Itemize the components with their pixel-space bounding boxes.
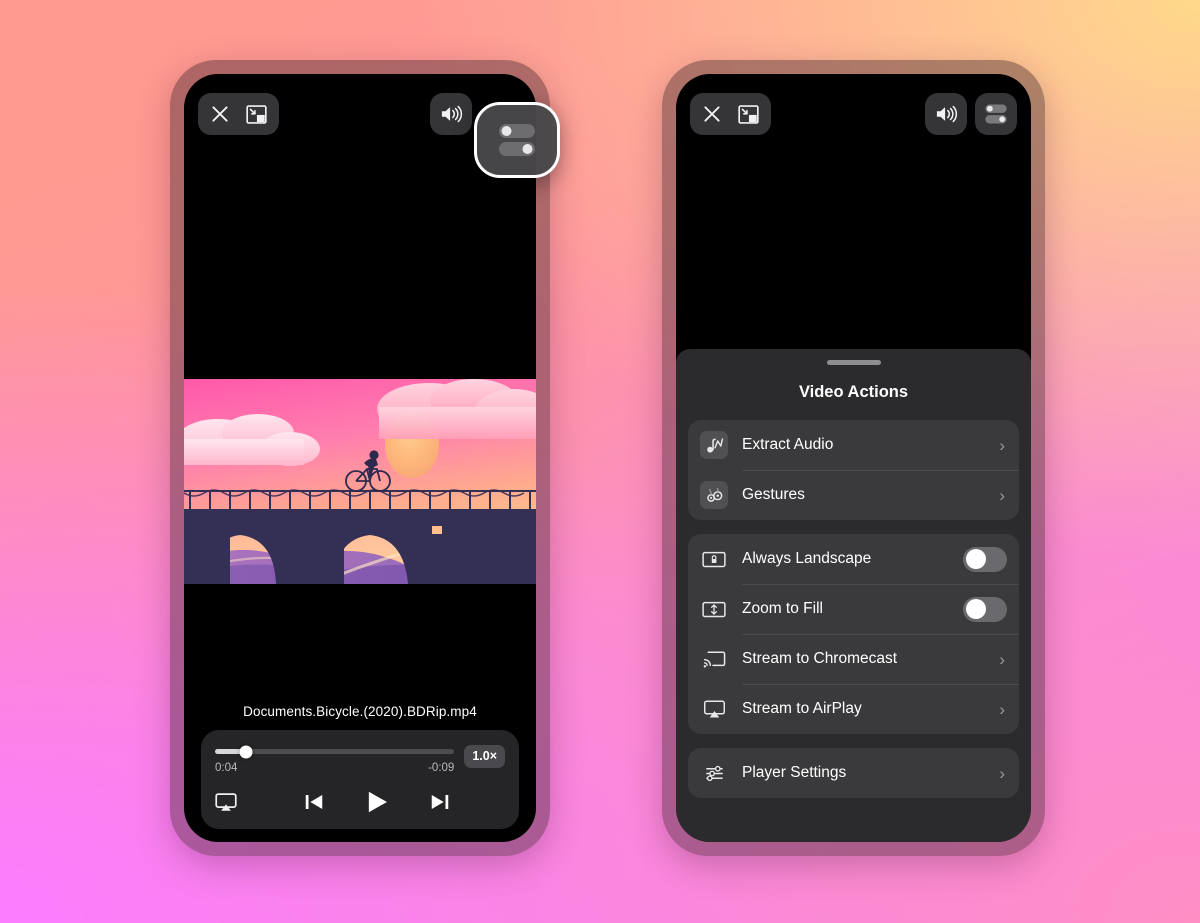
- volume-icon: [439, 104, 463, 124]
- seek-row: 0:04 -0:09 1.0×: [215, 744, 505, 774]
- chromecast-icon: [700, 645, 728, 673]
- phone-right: Video Actions Extract Audio › Gestures ›…: [662, 60, 1045, 856]
- toggle-knob: [965, 599, 986, 619]
- row-extract-audio[interactable]: Extract Audio ›: [688, 420, 1019, 470]
- topbar-left-pill: [198, 93, 279, 135]
- chevron-right-icon: ›: [999, 649, 1005, 669]
- seek-column: 0:04 -0:09: [215, 744, 455, 774]
- actions-group: Extract Audio › Gestures ›: [688, 420, 1019, 520]
- row-always-landscape[interactable]: Always Landscape: [688, 534, 1019, 584]
- row-player-settings[interactable]: Player Settings ›: [688, 748, 1019, 798]
- time-labels: 0:04 -0:09: [215, 762, 454, 774]
- chevron-right-icon: ›: [999, 485, 1005, 505]
- seek-knob[interactable]: [239, 745, 253, 758]
- elapsed-time: 0:04: [215, 762, 238, 774]
- toggle-knob: [965, 549, 986, 569]
- sheet-title: Video Actions: [798, 383, 909, 401]
- settings-button[interactable]: [975, 93, 1017, 135]
- row-label: Always Landscape: [742, 550, 872, 567]
- transport-buttons: [249, 788, 505, 816]
- remaining-time: -0:09: [428, 762, 455, 774]
- playback-speed-badge[interactable]: 1.0×: [464, 745, 505, 768]
- music-note-icon: [700, 431, 728, 459]
- topbar-left-pill-right: [690, 93, 771, 135]
- toggle-zoom-to-fill[interactable]: [963, 596, 1007, 622]
- volume-icon: [934, 104, 958, 124]
- row-label: Player Settings: [742, 764, 847, 781]
- sliders-toggle-icon: [983, 102, 1009, 126]
- phone-screen-right: Video Actions Extract Audio › Gestures ›…: [676, 74, 1031, 842]
- row-gestures[interactable]: Gestures ›: [688, 470, 1019, 520]
- equalizer-icon: [700, 759, 728, 787]
- picture-in-picture-icon[interactable]: [738, 104, 759, 124]
- chevron-right-icon: ›: [999, 435, 1005, 455]
- row-label: Zoom to Fill: [742, 600, 823, 617]
- chevron-right-icon: ›: [999, 763, 1005, 783]
- row-label: Extract Audio: [742, 436, 834, 453]
- settings-button-highlighted[interactable]: [474, 102, 560, 178]
- settings-group: Player Settings ›: [688, 748, 1019, 798]
- zoom-fill-icon: [700, 595, 728, 623]
- sheet-grabber[interactable]: [826, 360, 881, 365]
- player-controls-card: 0:04 -0:09 1.0×: [201, 730, 519, 829]
- video-actions-sheet: Video Actions Extract Audio › Gestures ›…: [676, 349, 1031, 842]
- skip-previous-button[interactable]: [303, 791, 325, 813]
- seek-slider[interactable]: [215, 745, 455, 758]
- volume-button[interactable]: [430, 93, 472, 135]
- video-artwork[interactable]: [184, 379, 536, 584]
- player-topbar-right: [690, 93, 1017, 135]
- row-label: Stream to AirPlay: [742, 700, 862, 717]
- airplay-button[interactable]: [215, 792, 249, 812]
- volume-button[interactable]: [925, 93, 967, 135]
- chevron-right-icon: ›: [999, 699, 1005, 719]
- row-stream-to-airplay[interactable]: Stream to AirPlay ›: [688, 684, 1019, 734]
- topbar-right-group-right: [925, 93, 1017, 135]
- phone-left: Documents.Bicycle.(2020).BDRip.mp4 0:04 …: [170, 60, 550, 856]
- row-label: Gestures: [742, 486, 805, 503]
- airplay-icon: [215, 792, 237, 812]
- close-icon[interactable]: [210, 104, 230, 124]
- video-filename: Documents.Bicycle.(2020).BDRip.mp4: [243, 704, 477, 719]
- picture-in-picture-icon[interactable]: [246, 104, 267, 124]
- phone-screen-left: Documents.Bicycle.(2020).BDRip.mp4 0:04 …: [184, 74, 536, 842]
- row-zoom-to-fill[interactable]: Zoom to Fill: [688, 584, 1019, 634]
- play-button[interactable]: [363, 788, 391, 816]
- toggle-always-landscape[interactable]: [963, 546, 1007, 572]
- row-stream-to-chromecast[interactable]: Stream to Chromecast ›: [688, 634, 1019, 684]
- skip-next-button[interactable]: [429, 791, 451, 813]
- sliders-toggle-icon: [495, 120, 539, 160]
- gestures-icon: [700, 481, 728, 509]
- close-icon[interactable]: [702, 104, 722, 124]
- transport-row: [215, 785, 505, 819]
- row-label: Stream to Chromecast: [742, 650, 898, 667]
- airplay-icon: [700, 695, 728, 723]
- landscape-lock-icon: [700, 545, 728, 573]
- display-group: Always Landscape Zoom to Fill Stream to …: [688, 534, 1019, 734]
